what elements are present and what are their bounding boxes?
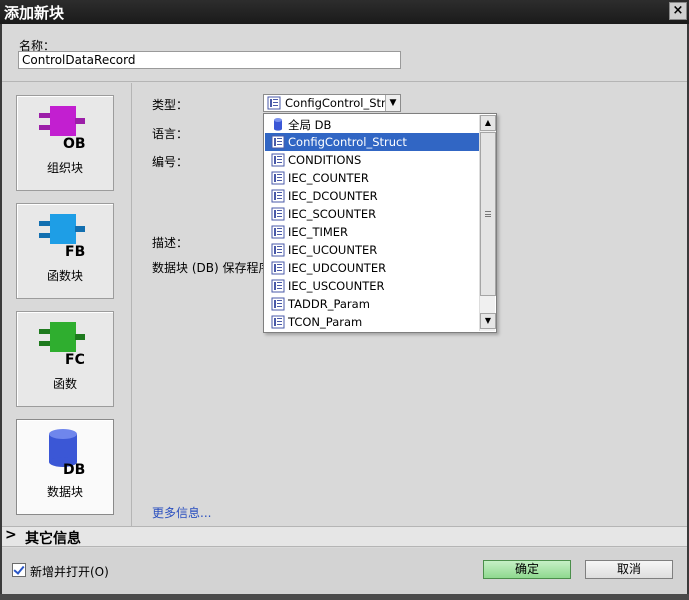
- struct-icon: [271, 297, 285, 311]
- dropdown-item-label: 全局 DB: [288, 118, 332, 132]
- close-icon[interactable]: ×: [669, 2, 687, 20]
- dropdown-item-label: IEC_UDCOUNTER: [288, 261, 387, 275]
- language-label: 语言：: [152, 127, 189, 141]
- struct-icon: [271, 207, 285, 221]
- more-info-link[interactable]: 更多信息...: [152, 504, 211, 521]
- add-and-open-label: 新增并打开(O): [30, 565, 109, 579]
- dropdown-item[interactable]: CONDITIONS: [265, 151, 479, 169]
- dropdown-item[interactable]: IEC_SCOUNTER: [265, 205, 479, 223]
- struct-icon: [271, 243, 285, 257]
- other-info-section[interactable]: > 其它信息: [2, 526, 687, 547]
- dropdown-item[interactable]: IEC_DCOUNTER: [265, 187, 479, 205]
- struct-icon: [271, 189, 285, 203]
- scroll-up-icon[interactable]: ▲: [480, 115, 496, 131]
- struct-icon: [267, 96, 281, 110]
- block-type-fb-label: 函数块: [46, 269, 83, 283]
- type-dropdown-list[interactable]: 全局 DB ConfigControl_Struct CONDITIONS IEC_C…: [263, 113, 497, 333]
- function-icon: FC: [39, 322, 85, 364]
- dropdown-item-label: IEC_COUNTER: [288, 171, 369, 185]
- dropdown-item-label: IEC_TIMER: [288, 225, 349, 239]
- data-block-icon: DB: [49, 429, 85, 474]
- dropdown-scrollbar[interactable]: ▲ ▼: [479, 115, 496, 331]
- block-type-fc-button[interactable]: FC 函数: [16, 311, 114, 407]
- block-type-fc-label: 函数: [52, 377, 77, 391]
- chevron-right-icon[interactable]: >: [5, 527, 17, 543]
- block-type-panel: OB 组织块 FB 函数块 FC 函数 DB 数据块: [2, 83, 132, 526]
- name-input[interactable]: [18, 51, 401, 69]
- dropdown-item-label: CONDITIONS: [288, 153, 362, 167]
- block-type-fb-button[interactable]: FB 函数块: [16, 203, 114, 299]
- dropdown-item-label: IEC_SCOUNTER: [288, 207, 377, 221]
- struct-icon: [271, 225, 285, 239]
- type-label: 类型：: [152, 98, 189, 112]
- chevron-down-icon[interactable]: ▼: [385, 95, 400, 111]
- type-select-value: ConfigControl_Struct: [285, 96, 385, 110]
- dropdown-item-label: IEC_DCOUNTER: [288, 189, 378, 203]
- block-type-db-label: 数据块: [46, 485, 83, 499]
- function-block-icon: FB: [39, 214, 85, 256]
- block-type-ob-button[interactable]: OB 组织块: [16, 95, 114, 191]
- svg-text:FC: FC: [65, 352, 85, 364]
- number-label: 编号：: [152, 155, 189, 169]
- struct-icon: [271, 171, 285, 185]
- block-type-db-button[interactable]: DB 数据块: [16, 419, 114, 515]
- struct-icon: [271, 315, 285, 329]
- db-cylinder-icon: [274, 118, 282, 131]
- add-block-dialog: 名称： OB 组织块 FB 函数块: [2, 24, 687, 594]
- dialog-footer: 新增并打开(O) 确定 取消: [2, 548, 687, 594]
- struct-icon: [271, 135, 285, 149]
- dropdown-item-label: IEC_USCOUNTER: [288, 279, 385, 293]
- dropdown-item[interactable]: TADDR_Param: [265, 295, 479, 313]
- struct-icon: [271, 153, 285, 167]
- dropdown-item[interactable]: 全局 DB: [265, 115, 479, 133]
- dropdown-item[interactable]: IEC_TIMER: [265, 223, 479, 241]
- svg-text:DB: DB: [63, 462, 85, 474]
- svg-text:FB: FB: [65, 244, 85, 256]
- cancel-button[interactable]: 取消: [585, 560, 673, 579]
- description-text: 数据块 (DB) 保存程序: [152, 261, 271, 275]
- dropdown-item-label: TCON_Param: [288, 315, 363, 329]
- title-bar: 添加新块 ×: [0, 0, 689, 24]
- struct-icon: [271, 261, 285, 275]
- dropdown-item[interactable]: ConfigControl_Struct: [265, 133, 479, 151]
- scroll-down-icon[interactable]: ▼: [480, 313, 496, 329]
- name-section: 名称：: [2, 24, 687, 82]
- organization-block-icon: OB: [39, 106, 86, 148]
- add-and-open-checkbox[interactable]: [12, 563, 26, 577]
- dropdown-item[interactable]: IEC_UDCOUNTER: [265, 259, 479, 277]
- dropdown-item-label: TADDR_Param: [288, 297, 370, 311]
- struct-icon: [271, 279, 285, 293]
- ok-button[interactable]: 确定: [483, 560, 571, 579]
- window-bottom-edge: [0, 594, 689, 600]
- dropdown-item-label: IEC_UCOUNTER: [288, 243, 378, 257]
- other-info-label: 其它信息: [25, 531, 81, 547]
- dropdown-item[interactable]: TCON_Param: [265, 313, 479, 331]
- scroll-thumb[interactable]: [480, 132, 496, 296]
- window-title: 添加新块: [4, 4, 65, 22]
- svg-text:OB: OB: [63, 136, 86, 148]
- block-type-ob-label: 组织块: [46, 161, 83, 175]
- type-select[interactable]: ConfigControl_Struct ▼: [263, 94, 401, 112]
- dropdown-item[interactable]: IEC_COUNTER: [265, 169, 479, 187]
- description-label: 描述：: [152, 236, 189, 250]
- dropdown-item[interactable]: IEC_USCOUNTER: [265, 277, 479, 295]
- dropdown-item[interactable]: IEC_UCOUNTER: [265, 241, 479, 259]
- dropdown-item-label: ConfigControl_Struct: [288, 135, 407, 149]
